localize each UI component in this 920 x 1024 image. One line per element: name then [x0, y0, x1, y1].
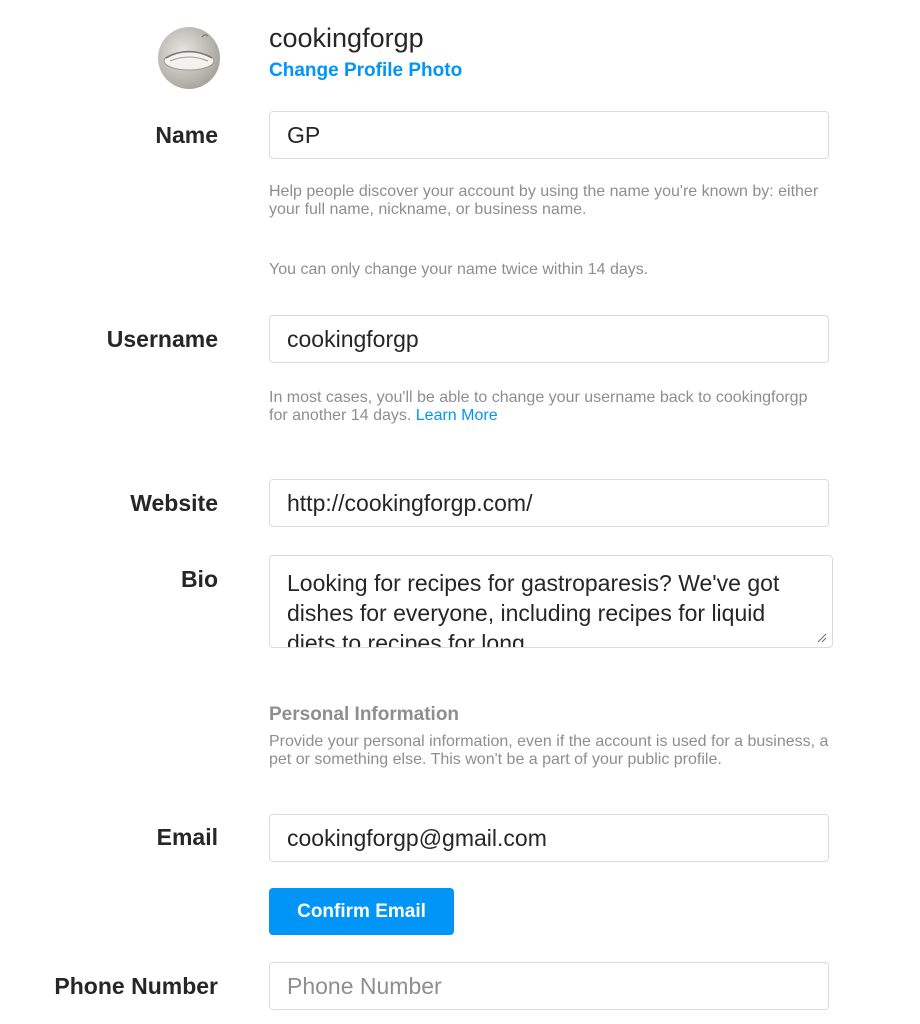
- website-input[interactable]: http://cookingforgp.com/: [269, 479, 829, 527]
- bio-textarea[interactable]: Looking for recipes for gastroparesis? W…: [269, 555, 833, 648]
- learn-more-link[interactable]: Learn More: [416, 407, 498, 424]
- profile-avatar[interactable]: [158, 27, 220, 89]
- confirm-email-button[interactable]: Confirm Email: [269, 888, 454, 935]
- username-help-text: In most cases, you'll be able to change …: [269, 389, 829, 425]
- name-help-text: Help people discover your account by usi…: [269, 183, 819, 218]
- avatar-image-icon: [163, 34, 215, 71]
- edit-profile-form: cookingforgp Change Profile Photo Name G…: [0, 0, 920, 1024]
- phone-number-input[interactable]: Phone Number: [269, 962, 829, 1010]
- change-profile-photo-link[interactable]: Change Profile Photo: [269, 58, 462, 84]
- personal-information-description: Provide your personal information, even …: [269, 733, 829, 768]
- resize-handle-icon[interactable]: [815, 631, 827, 643]
- name-input[interactable]: GP: [269, 111, 829, 159]
- profile-username: cookingforgp: [269, 23, 424, 53]
- username-help-body: In most cases, you'll be able to change …: [269, 389, 808, 424]
- bio-text: Looking for recipes for gastroparesis? W…: [287, 570, 780, 648]
- email-label: Email: [156, 824, 218, 850]
- name-change-limit-text: You can only change your name twice with…: [269, 261, 649, 278]
- email-input[interactable]: cookingforgp@gmail.com: [269, 814, 829, 862]
- website-label: Website: [130, 490, 218, 516]
- phone-number-label: Phone Number: [54, 973, 218, 999]
- personal-information-title: Personal Information: [269, 704, 460, 725]
- username-label: Username: [106, 326, 218, 352]
- username-input[interactable]: cookingforgp: [269, 315, 829, 363]
- name-label: Name: [155, 122, 218, 148]
- bio-label: Bio: [180, 566, 218, 592]
